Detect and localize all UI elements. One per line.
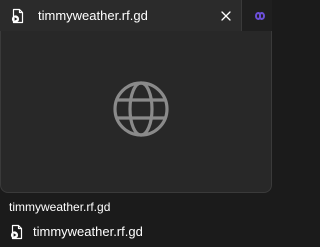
tab-hover-preview: timmyweather.rf.gd timmyweather.rf.gd ti… (0, 0, 272, 247)
tab-strip: timmyweather.rf.gd (0, 0, 272, 31)
hover-card-title-row: timmyweather.rf.gd (0, 218, 272, 247)
document-play-icon (11, 8, 24, 24)
hover-card-url: timmyweather.rf.gd (9, 200, 111, 214)
infinity-icon[interactable] (252, 9, 268, 23)
tab-active[interactable]: timmyweather.rf.gd (0, 0, 242, 31)
globe-icon (113, 81, 169, 137)
hover-card-title: timmyweather.rf.gd (33, 224, 143, 239)
document-play-icon (10, 224, 23, 240)
tab-title: timmyweather.rf.gd (38, 8, 148, 23)
close-icon[interactable] (217, 7, 235, 25)
